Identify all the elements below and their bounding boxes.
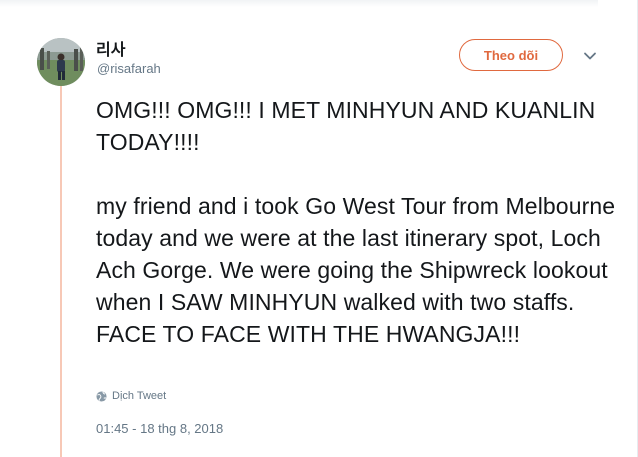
follow-button[interactable]: Theo dõi — [459, 39, 563, 71]
timestamp[interactable]: 01:45 - 18 thg 8, 2018 — [96, 421, 223, 436]
chevron-down-icon[interactable] — [582, 48, 598, 64]
author-name[interactable]: 리사 — [96, 36, 125, 60]
translate-tweet-link[interactable]: Dịch Tweet — [96, 390, 166, 402]
tweet-text: OMG!!! OMG!!! I MET MINHYUN AND KUANLIN … — [96, 97, 616, 347]
translate-label: Dịch Tweet — [112, 390, 167, 402]
avatar-photo — [37, 38, 85, 86]
avatar[interactable] — [37, 38, 85, 86]
top-divider — [0, 0, 598, 7]
thread-connector — [60, 86, 62, 457]
globe-icon — [96, 390, 107, 402]
tweet-card: 리사 @risafarah Theo dõi OMG!!! OMG!!! I M… — [0, 0, 638, 457]
author-handle[interactable]: @risafarah — [97, 61, 161, 76]
